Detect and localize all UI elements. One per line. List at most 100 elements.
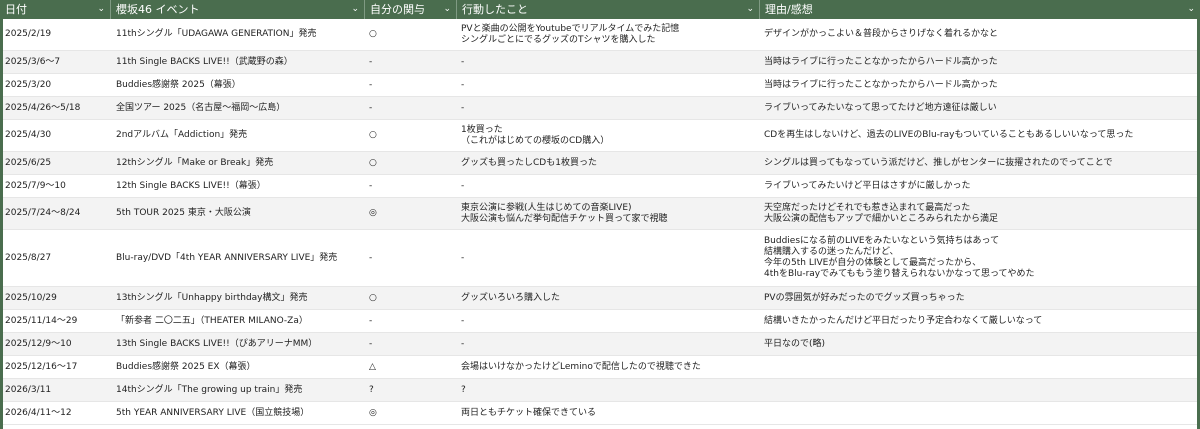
cell-action[interactable]: 両日ともチケット確保できている	[456, 402, 758, 424]
cell-action[interactable]: 会場はいけなかったけどLeminoで配信したので視聴できた	[456, 356, 758, 378]
cell-action[interactable]: グッズいろいろ購入した	[456, 287, 758, 309]
cell-date[interactable]: 2025/7/24〜8/24	[0, 198, 110, 229]
cell-event[interactable]: 13thシングル「Unhappy birthday構文」発売	[111, 287, 363, 309]
cell-event[interactable]: 2ndアルバム「Addiction」発売	[111, 120, 363, 151]
cell-involvement[interactable]: ○	[364, 152, 454, 174]
cell-event[interactable]: 12thシングル「Make or Break」発売	[111, 152, 363, 174]
cell-event[interactable]: 11thシングル「UDAGAWA GENERATION」発売	[111, 19, 363, 50]
cell-involvement[interactable]: -	[364, 230, 454, 286]
cell-reason[interactable]: ライブいってみたいなって思ってたけど地方遠征は厳しい	[759, 97, 1199, 119]
table-row[interactable]: 2026/3/11 14thシングル「The growing up train」…	[0, 379, 1200, 402]
cell-reason[interactable]: 平日なので(略)	[759, 333, 1199, 355]
cell-date[interactable]: 2026/4/11〜12	[0, 402, 110, 424]
table-row[interactable]: 2025/4/30 2ndアルバム「Addiction」発売 ○ 1枚買った （…	[0, 120, 1200, 152]
cell-date[interactable]: 2025/6/25	[0, 152, 110, 174]
cell-event[interactable]: 5th TOUR 2025 東京・大阪公演	[111, 198, 363, 229]
cell-involvement[interactable]: -	[364, 333, 454, 355]
cell-event[interactable]: Buddies感謝祭 2025（幕張）	[111, 74, 363, 96]
table-row[interactable]: 2025/12/9〜10 13th Single BACKS LIVE!!（ぴあ…	[0, 333, 1200, 356]
cell-involvement[interactable]: △	[364, 356, 454, 378]
cell-event[interactable]: 全国ツアー 2025（名古屋〜福岡〜広島）	[111, 97, 363, 119]
chevron-down-icon[interactable]: ⌄	[351, 0, 359, 19]
cell-reason[interactable]: 当時はライブに行ったことなかったからハードル高かった	[759, 51, 1199, 73]
cell-action[interactable]: -	[456, 51, 758, 73]
cell-reason[interactable]: PVの雰囲気が好みだったのでグッズ買っちゃった	[759, 287, 1199, 309]
cell-action[interactable]: グッズも買ったしCDも1枚買った	[456, 152, 758, 174]
cell-involvement[interactable]: ◎	[364, 402, 454, 424]
cell-action[interactable]: -	[456, 175, 758, 197]
column-header-event[interactable]: 櫻坂46 イベント ⌄	[111, 0, 364, 19]
table-row[interactable]: 2026/4/11〜12 5th YEAR ANNIVERSARY LIVE（国…	[0, 402, 1200, 425]
cell-event[interactable]: Blu-ray/DVD「4th YEAR ANNIVERSARY LIVE」発売	[111, 230, 363, 286]
cell-reason[interactable]	[759, 402, 1199, 424]
table-row[interactable]: 2025/10/29 13thシングル「Unhappy birthday構文」発…	[0, 287, 1200, 310]
cell-reason[interactable]: シングルは買ってもなっていう派だけど、推しがセンターに抜擢されたのでってことで	[759, 152, 1199, 174]
cell-involvement[interactable]: ?	[364, 379, 454, 401]
cell-event[interactable]: Buddies感謝祭 2025 EX（幕張）	[111, 356, 363, 378]
cell-involvement[interactable]: -	[364, 310, 454, 332]
cell-action[interactable]: 1枚買った （これがはじめての櫻坂のCD購入）	[456, 120, 758, 151]
table-row[interactable]: 2025/7/9〜10 12th Single BACKS LIVE!!（幕張）…	[0, 175, 1200, 198]
table-row[interactable]: 2025/7/24〜8/24 5th TOUR 2025 東京・大阪公演 ◎ 東…	[0, 198, 1200, 230]
cell-involvement[interactable]: -	[364, 97, 454, 119]
cell-reason[interactable]: Buddiesになる前のLIVEをみたいなという気持ちはあって 結構購入するの迷…	[759, 230, 1199, 286]
table-row[interactable]: 2025/3/20 Buddies感謝祭 2025（幕張） - - 当時はライブ…	[0, 74, 1200, 97]
cell-event[interactable]: 12th Single BACKS LIVE!!（幕張）	[111, 175, 363, 197]
cell-date[interactable]: 2025/11/14〜29	[0, 310, 110, 332]
cell-involvement[interactable]: ○	[364, 120, 454, 151]
chevron-down-icon[interactable]: ⌄	[97, 0, 105, 19]
cell-reason[interactable]	[759, 379, 1199, 401]
cell-action[interactable]: -	[456, 74, 758, 96]
cell-date[interactable]: 2025/12/16〜17	[0, 356, 110, 378]
column-header-involvement[interactable]: 自分の関与 ⌄	[365, 0, 456, 19]
cell-date[interactable]: 2025/12/9〜10	[0, 333, 110, 355]
cell-event[interactable]: 14thシングル「The growing up train」発売	[111, 379, 363, 401]
cell-reason[interactable]: デザインがかっこよい＆普段からさりげなく着れるかなと	[759, 19, 1199, 50]
cell-date[interactable]: 2025/3/6〜7	[0, 51, 110, 73]
column-header-action[interactable]: 行動したこと ⌄	[457, 0, 759, 19]
chevron-down-icon[interactable]: ⌄	[443, 0, 451, 19]
cell-reason[interactable]: 当時はライブに行ったことなかったからハードル高かった	[759, 74, 1199, 96]
table-row[interactable]: 2025/3/6〜7 11th Single BACKS LIVE!!（武蔵野の…	[0, 51, 1200, 74]
cell-involvement[interactable]: ◎	[364, 198, 454, 229]
cell-reason[interactable]: CDを再生はしないけど、過去のLIVEのBlu-rayもついていることもあるしい…	[759, 120, 1199, 151]
cell-event[interactable]: 11th Single BACKS LIVE!!（武蔵野の森）	[111, 51, 363, 73]
table-row[interactable]: 2025/12/16〜17 Buddies感謝祭 2025 EX（幕張） △ 会…	[0, 356, 1200, 379]
cell-action[interactable]: -	[456, 97, 758, 119]
column-header-reason[interactable]: 理由/感想 ⌄	[760, 0, 1200, 19]
cell-action[interactable]: -	[456, 310, 758, 332]
cell-date[interactable]: 2025/7/9〜10	[0, 175, 110, 197]
cell-action[interactable]: -	[456, 333, 758, 355]
cell-action[interactable]: -	[456, 230, 758, 286]
cell-reason[interactable]: 結構いきたかったんだけど平日だったり予定合わなくて厳しいなって	[759, 310, 1199, 332]
cell-reason[interactable]: ライブいってみたいけど平日はさすがに厳しかった	[759, 175, 1199, 197]
table-row[interactable]: 2025/6/25 12thシングル「Make or Break」発売 ○ グッ…	[0, 152, 1200, 175]
cell-date[interactable]: 2025/4/30	[0, 120, 110, 151]
cell-date[interactable]: 2025/4/26〜5/18	[0, 97, 110, 119]
cell-action[interactable]: ?	[456, 379, 758, 401]
cell-event[interactable]: 13th Single BACKS LIVE!!（ぴあアリーナMM）	[111, 333, 363, 355]
cell-event[interactable]: 5th YEAR ANNIVERSARY LIVE（国立競技場）	[111, 402, 363, 424]
cell-reason[interactable]: 天空席だったけどそれでも惹き込まれて最高だった 大阪公演の配信もアップで細かいと…	[759, 198, 1199, 229]
cell-involvement[interactable]: -	[364, 74, 454, 96]
table-row[interactable]: 2025/2/19 11thシングル「UDAGAWA GENERATION」発売…	[0, 19, 1200, 51]
cell-date[interactable]: 2025/2/19	[0, 19, 110, 50]
cell-involvement[interactable]: ○	[364, 287, 454, 309]
table-row[interactable]: 2025/4/26〜5/18 全国ツアー 2025（名古屋〜福岡〜広島） - -…	[0, 97, 1200, 120]
cell-date[interactable]: 2025/8/27	[0, 230, 110, 286]
cell-date[interactable]: 2025/3/20	[0, 74, 110, 96]
chevron-down-icon[interactable]: ⌄	[1187, 0, 1195, 19]
cell-action[interactable]: PVと楽曲の公開をYoutubeでリアルタイムでみた記憶 シングルごとにでるグッ…	[456, 19, 758, 50]
cell-event[interactable]: 「新参者 二〇二五」（THEATER MILANO-Za）	[111, 310, 363, 332]
cell-involvement[interactable]: ○	[364, 19, 454, 50]
chevron-down-icon[interactable]: ⌄	[746, 0, 754, 19]
table-row[interactable]: 2025/8/27 Blu-ray/DVD「4th YEAR ANNIVERSA…	[0, 230, 1200, 287]
table-row[interactable]: 2025/11/14〜29 「新参者 二〇二五」（THEATER MILANO-…	[0, 310, 1200, 333]
column-header-date[interactable]: 日付 ⌄	[0, 0, 110, 19]
cell-action[interactable]: 東京公演に参戦(人生はじめての音楽LIVE) 大阪公演も悩んだ挙句配信チケット買…	[456, 198, 758, 229]
cell-involvement[interactable]: -	[364, 51, 454, 73]
cell-date[interactable]: 2026/3/11	[0, 379, 110, 401]
cell-involvement[interactable]: -	[364, 175, 454, 197]
cell-date[interactable]: 2025/10/29	[0, 287, 110, 309]
cell-reason[interactable]	[759, 356, 1199, 378]
